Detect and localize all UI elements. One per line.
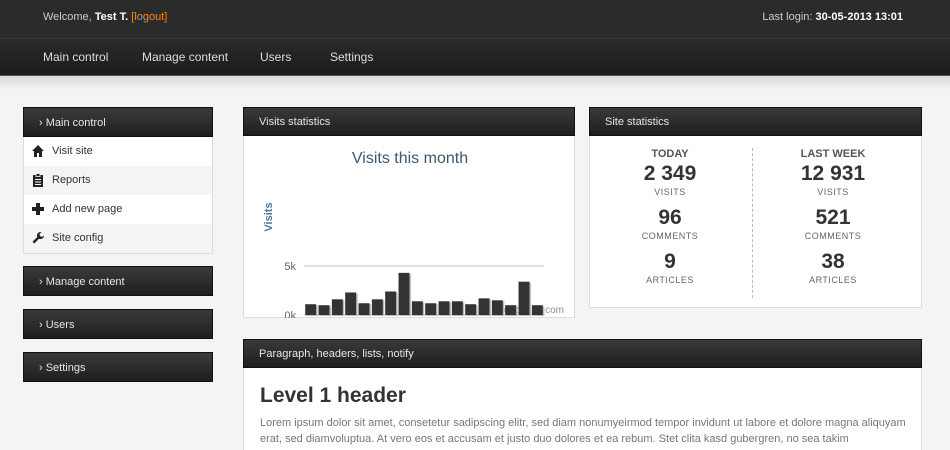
chart-y-axis-label: Visits xyxy=(263,202,275,231)
chart-bar[interactable] xyxy=(385,291,397,315)
username: Test T. xyxy=(94,11,129,23)
logout-link[interactable]: logout xyxy=(134,11,164,23)
stat-label: COMMENTS xyxy=(804,231,862,241)
chart-bar[interactable] xyxy=(331,299,343,315)
chart-x-tick-label: 12-03-2012 xyxy=(274,317,318,318)
sidebar-section-main-control[interactable]: › Main control xyxy=(23,107,213,137)
sidebar-item-label: Visit site xyxy=(52,145,93,157)
stat-label: COMMENTS xyxy=(641,231,699,241)
sidebar-item-label: Site config xyxy=(52,232,104,244)
chart-bar[interactable] xyxy=(358,303,370,315)
stat-value: 96 xyxy=(658,206,682,229)
visits-panel-title: Visits statistics xyxy=(243,107,575,136)
sidebar-item-visit-site[interactable]: Visit site xyxy=(24,137,212,166)
chart-bar[interactable] xyxy=(505,305,517,315)
chart-bar[interactable] xyxy=(345,292,357,315)
nav-item-settings[interactable]: Settings xyxy=(330,50,373,64)
clipboard-icon xyxy=(33,173,43,187)
content-panel: Paragraph, headers, lists, notify Level … xyxy=(243,339,922,450)
sidebar-section-manage-content[interactable]: › Manage content xyxy=(23,266,213,296)
home-icon xyxy=(32,145,44,157)
chart-bar[interactable] xyxy=(438,301,450,315)
last-login-label: Last login: xyxy=(762,11,813,23)
last-login-value: 30-05-2013 13:01 xyxy=(815,11,903,23)
stat-value: 12 931 xyxy=(800,162,866,185)
chart-y-tick-label: 5k xyxy=(284,261,296,273)
level-1-header: Level 1 header xyxy=(260,384,406,407)
sidebar-section-users[interactable]: › Users xyxy=(23,309,213,339)
chart-bar[interactable] xyxy=(411,301,423,315)
stat-label: ARTICLES xyxy=(809,275,857,285)
stats-column-header: TODAY xyxy=(651,148,689,160)
bracket-close: ] xyxy=(164,11,168,23)
chart-bar[interactable] xyxy=(305,304,317,315)
chart-bar[interactable] xyxy=(425,303,437,315)
top-bar: Welcome, Test T. [logout] Last login: 30… xyxy=(0,0,950,38)
chart-bar[interactable] xyxy=(451,301,463,315)
stat-value: 2 349 xyxy=(643,162,697,185)
stat-value: 521 xyxy=(815,206,851,229)
content-panel-title: Paragraph, headers, lists, notify xyxy=(243,339,922,368)
lorem-paragraph: Lorem ipsum dolor sit amet, consetetur s… xyxy=(260,417,906,445)
stat-label: ARTICLES xyxy=(646,275,694,285)
sidebar-section-settings[interactable]: › Settings xyxy=(23,352,213,382)
chart-bar[interactable] xyxy=(318,305,330,315)
chart-bar[interactable] xyxy=(491,300,503,315)
stat-value: 9 xyxy=(664,250,676,273)
last-login: Last login: 30-05-2013 13:01 xyxy=(762,11,903,23)
sidebar: › Main control Visit site Reports Add ne… xyxy=(23,107,213,382)
nav-item-manage-content[interactable]: Manage content xyxy=(142,50,228,64)
sidebar-item-label: Add new page xyxy=(52,203,123,215)
sidebar-item-site-config[interactable]: Site config xyxy=(24,224,212,253)
nav-item-main-control[interactable]: Main control xyxy=(43,50,108,64)
stat-label: VISITS xyxy=(817,187,849,197)
chart-bar[interactable] xyxy=(465,304,477,315)
welcome-prefix: Welcome, xyxy=(43,11,92,23)
site-stats-panel: Site statistics TODAY 2 349 VISITS 96 CO… xyxy=(589,107,922,308)
nav-shadow xyxy=(0,76,950,90)
stats-column-today: TODAY 2 349 VISITS 96 COMMENTS 9 ARTICLE… xyxy=(590,148,750,286)
visits-panel: Visits statistics Visits this month Visi… xyxy=(243,107,575,318)
plus-icon xyxy=(32,203,44,215)
sidebar-list: Visit site Reports Add new page Site con… xyxy=(23,137,213,254)
chart-bar[interactable] xyxy=(371,299,383,315)
wrench-icon xyxy=(32,231,45,244)
main-nav: Main control Manage content Users Settin… xyxy=(0,38,950,76)
stat-value: 38 xyxy=(821,250,845,273)
chart-y-tick-label: 0k xyxy=(284,310,296,318)
sidebar-item-reports[interactable]: Reports xyxy=(24,166,212,195)
chart-bar[interactable] xyxy=(518,281,530,315)
visits-chart: Visits this month Visits Highcharts.com … xyxy=(263,150,564,318)
nav-item-users[interactable]: Users xyxy=(260,50,291,64)
stats-column-last-week: LAST WEEK 12 931 VISITS 521 COMMENTS 38 … xyxy=(753,148,913,286)
stats-column-header: LAST WEEK xyxy=(800,148,866,160)
chart-bar[interactable] xyxy=(398,272,410,315)
chart-title: Visits this month xyxy=(352,150,468,167)
stat-label: VISITS xyxy=(654,187,686,197)
sidebar-item-add-new-page[interactable]: Add new page xyxy=(24,195,212,224)
chart-bar[interactable] xyxy=(531,305,543,315)
chart-bar[interactable] xyxy=(478,298,490,315)
welcome-message: Welcome, Test T. [logout] xyxy=(43,11,167,23)
site-stats-title: Site statistics xyxy=(589,107,922,136)
sidebar-item-label: Reports xyxy=(52,174,91,186)
